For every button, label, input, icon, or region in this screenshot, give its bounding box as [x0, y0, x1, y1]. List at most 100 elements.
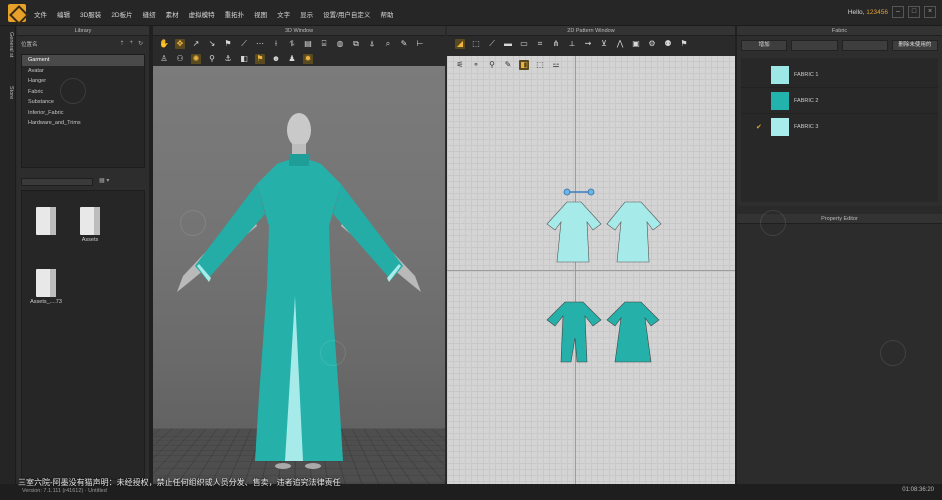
fabric-item[interactable]: ✔ FABRIC 3: [741, 114, 938, 140]
menu-3d-garment[interactable]: 3D服装: [80, 9, 101, 19]
view-light-icon[interactable]: ✹: [303, 54, 313, 64]
attach-tool-icon[interactable]: ⌕: [383, 39, 393, 49]
3d-window-title: 3D Window: [153, 26, 445, 36]
topstitch-icon[interactable]: ⚑: [679, 39, 689, 49]
delete-unused-button[interactable]: 删除未使用的: [891, 40, 938, 51]
dart-icon[interactable]: ⋔: [551, 39, 561, 49]
view-bones-icon[interactable]: ⚓: [223, 54, 233, 64]
file-item[interactable]: Assets_....73: [26, 269, 66, 305]
watermark-seal: [180, 210, 206, 236]
view-head-icon[interactable]: ☻: [271, 54, 281, 64]
close-icon[interactable]: ×: [924, 6, 936, 18]
2d-viewport[interactable]: [447, 56, 735, 500]
app-logo-icon[interactable]: [8, 4, 26, 22]
texture-tool-icon[interactable]: ◍: [335, 39, 345, 49]
edit-pattern-icon[interactable]: ◢: [455, 39, 465, 49]
measure-tool-icon[interactable]: ⟋: [239, 39, 249, 49]
transform-pattern-icon[interactable]: ⬚: [471, 39, 481, 49]
library-search-input[interactable]: [21, 178, 93, 186]
texture-view-icon[interactable]: ✎: [503, 60, 513, 70]
edit-curve-icon[interactable]: ⟋: [487, 39, 497, 49]
menu-settings[interactable]: 设置/用户自定义: [323, 9, 370, 19]
refresh-icon[interactable]: ↻: [138, 40, 143, 47]
copy-fabric-button[interactable]: [791, 40, 838, 51]
avatar-model[interactable]: [153, 66, 445, 484]
user-name[interactable]: 123456: [866, 9, 888, 16]
menu-display[interactable]: 显示: [300, 9, 313, 19]
file-label: Assets: [81, 237, 99, 243]
fold-arrangement-icon[interactable]: ⋀: [615, 39, 625, 49]
graphic-icon[interactable]: ⚙: [647, 39, 657, 49]
menu-file[interactable]: 文件: [34, 9, 47, 19]
pattern-pieces: [546, 188, 662, 363]
outline-view-icon[interactable]: ⬚: [535, 60, 545, 70]
fabric-item[interactable]: FABRIC 1: [741, 62, 938, 88]
menu-text[interactable]: 文字: [277, 9, 290, 19]
library-path: 位置名: [21, 42, 38, 48]
tree-item-hardware-trims[interactable]: Hardware_and_Trims: [22, 118, 144, 129]
fabric-item[interactable]: FABRIC 2: [741, 88, 938, 114]
file-item[interactable]: [26, 207, 66, 237]
pin-tool-icon[interactable]: ↗: [191, 39, 201, 49]
avatar-tool-icon[interactable]: ⍋: [367, 39, 377, 49]
button-tool-icon[interactable]: ⌸: [319, 39, 329, 49]
segment-sewing-icon[interactable]: ⟂: [567, 39, 577, 49]
fill-view-icon[interactable]: ◧: [519, 60, 529, 70]
menu-sewing[interactable]: 缝纫: [143, 9, 156, 19]
view-pose-icon[interactable]: ♟: [287, 54, 297, 64]
pattern-view-icon[interactable]: ⚟: [455, 60, 465, 70]
zoom-view-icon[interactable]: ⚲: [487, 60, 497, 70]
tree-item-garment[interactable]: Garment: [22, 55, 144, 66]
tree-item-avatar[interactable]: Avatar: [22, 66, 144, 77]
add-icon[interactable]: +: [129, 40, 133, 47]
minimize-icon[interactable]: –: [892, 6, 904, 18]
view-garment-icon[interactable]: ⚇: [175, 54, 185, 64]
menu-avatar[interactable]: 虚拟模特: [189, 9, 215, 19]
view-person-icon[interactable]: ⚲: [207, 54, 217, 64]
layer-tool-icon[interactable]: ⧉: [351, 39, 361, 49]
folder-icon: [80, 207, 100, 235]
view-texture-icon[interactable]: ◧: [239, 54, 249, 64]
3d-viewport[interactable]: [153, 66, 445, 484]
file-item[interactable]: Assets: [70, 207, 110, 243]
button-icon[interactable]: ⚉: [663, 39, 673, 49]
menu-retopology[interactable]: 重拓扑: [225, 9, 245, 19]
menu-2d-pattern[interactable]: 2D板片: [111, 9, 132, 19]
rectangle-icon[interactable]: ▭: [519, 39, 529, 49]
pattern-piece-front-light[interactable]: [546, 201, 602, 263]
add-fabric-button[interactable]: 增加: [741, 40, 788, 51]
menu-view[interactable]: 视图: [254, 9, 267, 19]
avatar-view-icon[interactable]: ⚍: [551, 60, 561, 70]
view-avatar-icon[interactable]: ♙: [159, 54, 169, 64]
side-tab-store[interactable]: Store: [2, 86, 14, 99]
polygon-icon[interactable]: ▬: [503, 39, 513, 49]
tack-tool-icon[interactable]: ⟊: [271, 39, 281, 49]
menu-help[interactable]: 帮助: [380, 9, 393, 19]
library-view-toggle[interactable]: ▦ ▾: [99, 177, 109, 184]
pleat-icon[interactable]: ⊻: [599, 39, 609, 49]
stitch-tool-icon[interactable]: ⋯: [255, 39, 265, 49]
edit-texture-icon[interactable]: ▣: [631, 39, 641, 49]
view-shirt-icon[interactable]: ⚑: [255, 54, 265, 64]
menu-edit[interactable]: 编辑: [57, 9, 70, 19]
side-tab-general[interactable]: General st: [2, 32, 14, 57]
garment-tool-icon[interactable]: ⚑: [223, 39, 233, 49]
ruler-tool-icon[interactable]: ⊢: [415, 39, 425, 49]
fold-tool-icon[interactable]: ↘: [207, 39, 217, 49]
tree-item-inferior-fabric[interactable]: Inferior_Fabric: [22, 108, 144, 119]
pattern-piece-back-light[interactable]: [606, 201, 662, 263]
move-tool-icon[interactable]: ✥: [175, 39, 185, 49]
view-simulate-icon[interactable]: ✺: [191, 54, 201, 64]
watermark-seal: [460, 210, 486, 236]
free-sewing-icon[interactable]: ⇝: [583, 39, 593, 49]
seam-view-icon[interactable]: ⚬: [471, 60, 481, 70]
seam-tool-icon[interactable]: ⥮: [287, 39, 297, 49]
maximize-icon[interactable]: □: [908, 6, 920, 18]
internal-line-icon[interactable]: ⌗: [535, 39, 545, 49]
upload-icon[interactable]: ⇡: [119, 40, 124, 47]
select-tool-icon[interactable]: ✋: [159, 39, 169, 49]
brush-tool-icon[interactable]: ✎: [399, 39, 409, 49]
zip-tool-icon[interactable]: ▤: [303, 39, 313, 49]
menu-materials[interactable]: 素材: [166, 9, 179, 19]
delete-fabric-button[interactable]: [841, 40, 888, 51]
